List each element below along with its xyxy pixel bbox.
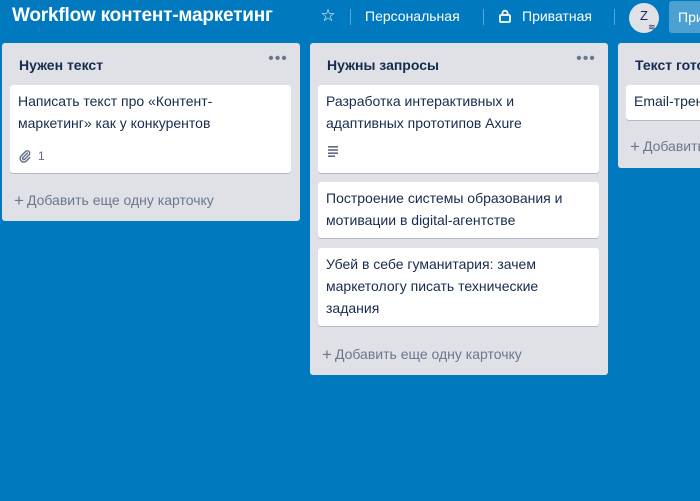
add-card-label: Добавить еще одну карточку [26, 192, 214, 208]
list-text-ready: Текст готов Email-тренды +Добавить еще о… [618, 43, 700, 168]
board-title[interactable]: Workflow контент-маркетинг [12, 5, 273, 27]
header-divider [350, 9, 351, 25]
header-divider [483, 9, 484, 25]
description-icon [328, 146, 338, 157]
card[interactable]: Построение системы образования и мотивац… [318, 182, 599, 238]
team-button[interactable]: Персональная [365, 8, 460, 24]
card[interactable]: Email-тренды [626, 85, 700, 120]
plus-icon: + [630, 137, 640, 156]
add-card-label: Добавить еще одну карточку [334, 346, 522, 362]
visibility-button[interactable]: Приватная [522, 8, 592, 24]
avatar-initial: Z [640, 8, 648, 23]
lock-icon[interactable] [498, 9, 512, 23]
card-title: Построение системы образования и мотивац… [326, 190, 563, 228]
add-card-button[interactable]: +Добавить еще одну карточку [14, 191, 214, 211]
card[interactable]: Разработка интерактивных и адаптивных пр… [318, 85, 599, 173]
admin-badge-icon: ≋ [648, 22, 656, 32]
add-card-button[interactable]: +Добавить еще одну карточку [630, 137, 700, 157]
card-title: Написать текст про «Контент-маркетинг» к… [18, 93, 213, 131]
more-icon[interactable]: ••• [268, 51, 288, 71]
header-divider [614, 9, 615, 25]
plus-icon: + [322, 345, 332, 364]
card-badges: 1 [18, 145, 45, 167]
attachment-count: 1 [38, 149, 45, 163]
list-needs-text: Нужен текст ••• Написать текст про «Конт… [2, 43, 300, 221]
list-title[interactable]: Нужны запросы [327, 57, 439, 73]
invite-button[interactable]: Пригласить [669, 1, 700, 33]
add-card-button[interactable]: +Добавить еще одну карточку [322, 345, 522, 365]
board-header: Workflow контент-маркетинг ☆ Персональна… [0, 0, 700, 34]
list-needs-queries: Нужны запросы ••• Разработка интерактивн… [310, 43, 608, 375]
list-title[interactable]: Текст готов [635, 57, 700, 73]
card-title: Разработка интерактивных и адаптивных пр… [326, 93, 522, 131]
card-title: Убей в себе гуманитария: зачем маркетоло… [326, 256, 539, 316]
card-title: Email-тренды [634, 93, 700, 109]
more-icon[interactable]: ••• [576, 51, 596, 71]
plus-icon: + [14, 191, 24, 210]
card[interactable]: Убей в себе гуманитария: зачем маркетоло… [318, 248, 599, 326]
paperclip-icon [19, 150, 31, 163]
card-badges [326, 145, 340, 157]
avatar[interactable]: Z ≋ [629, 3, 659, 33]
add-card-label: Добавить еще одну карточку [642, 138, 700, 154]
list-title[interactable]: Нужен текст [19, 57, 103, 73]
star-icon[interactable]: ☆ [318, 6, 338, 26]
card[interactable]: Написать текст про «Контент-маркетинг» к… [10, 85, 291, 173]
